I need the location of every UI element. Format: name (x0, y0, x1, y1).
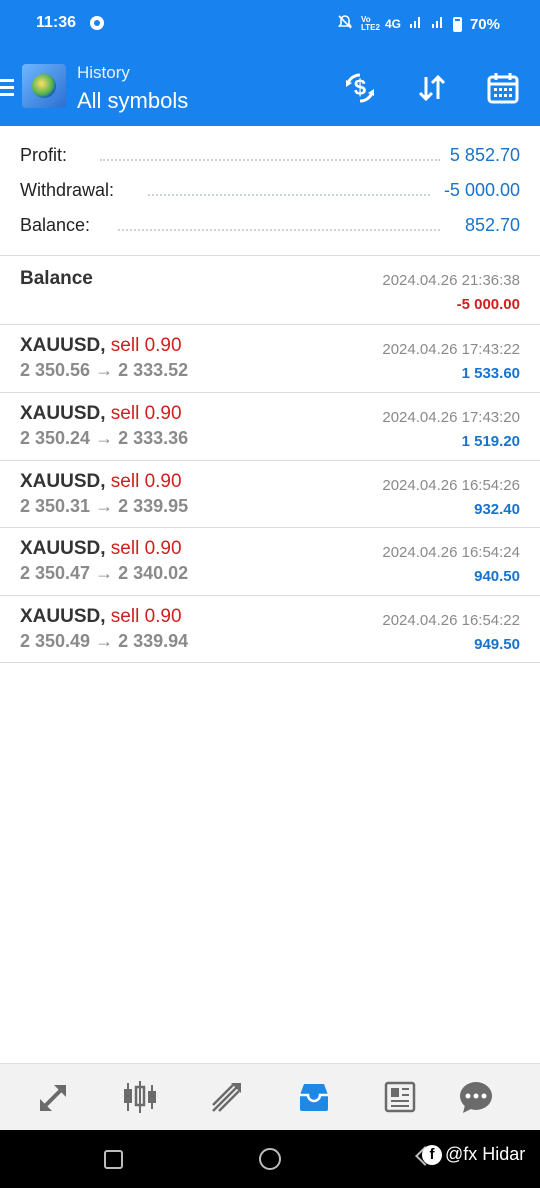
quotes-icon[interactable] (34, 1077, 74, 1117)
hamburger-menu-icon[interactable] (0, 79, 14, 97)
header-subtitle: History (77, 63, 130, 82)
symbol-label: XAUUSD, (20, 335, 106, 356)
symbol-label: XAUUSD, (20, 606, 106, 627)
mute-icon (337, 14, 353, 34)
balance-row[interactable]: Balance 2024.04.26 21:36:38 -5 000.00 (0, 256, 540, 323)
deal-date: 2024.04.26 16:54:22 (382, 612, 520, 629)
deal-profit: 1 519.20 (461, 433, 520, 450)
deal-date: 2024.04.26 17:43:22 (382, 341, 520, 358)
calendar-icon[interactable] (485, 70, 521, 106)
network-label: 4G (384, 17, 401, 31)
deal-prices: 2 350.47 → 2 340.02 (20, 563, 189, 583)
deal-date: 2024.04.26 16:54:26 (382, 477, 520, 494)
summary-value: -5 000.00 (437, 180, 520, 201)
deal-profit: 940.50 (474, 568, 520, 585)
leader-dots (100, 159, 440, 161)
deal-symbol: XAUUSD, sell 0.90 (20, 606, 182, 628)
symbol-label: XAUUSD, (20, 403, 106, 424)
page-title[interactable]: All symbols (77, 88, 188, 114)
bottom-nav (0, 1063, 540, 1130)
deal-prices: 2 350.31 → 2 339.95 (20, 496, 189, 516)
deal-date: 2024.04.26 17:43:20 (382, 409, 520, 426)
volte-label: Vo LTE2 (360, 15, 380, 32)
chart-icon[interactable] (120, 1077, 160, 1117)
app-header: 11:36 Vo LTE2 4G 70% History All symbols… (0, 0, 540, 126)
deal-side: sell 0.90 (110, 335, 182, 356)
messages-icon[interactable] (456, 1077, 496, 1117)
deal-side: sell 0.90 (110, 538, 182, 559)
summary-profit: Profit: 5 852.70 (0, 137, 540, 172)
deal-row[interactable]: XAUUSD, sell 0.90 2 350.31 → 2 339.95 20… (0, 461, 540, 528)
notification-icon (90, 16, 104, 30)
deal-row[interactable]: XAUUSD, sell 0.90 2 350.56 → 2 333.52 20… (0, 325, 540, 392)
deal-profit: 932.40 (474, 501, 520, 518)
recent-apps-icon[interactable] (104, 1150, 123, 1169)
deal-profit: 949.50 (474, 636, 520, 653)
summary-label: Balance: (20, 215, 97, 236)
deal-prices: 2 350.49 → 2 339.94 (20, 631, 189, 651)
deal-prices: 2 350.24 → 2 333.36 (20, 428, 189, 448)
status-bar: 11:36 Vo LTE2 4G 70% (0, 0, 540, 50)
news-icon[interactable] (380, 1077, 420, 1117)
app-logo (22, 64, 66, 108)
signal-icon (409, 15, 423, 33)
summary-withdrawal: Withdrawal: -5 000.00 (0, 172, 540, 207)
deal-profit: -5 000.00 (456, 296, 520, 313)
watermark-text: @fx Hidar (445, 1144, 526, 1164)
deal-row[interactable]: XAUUSD, sell 0.90 2 350.47 → 2 340.02 20… (0, 528, 540, 595)
deal-symbol: XAUUSD, sell 0.90 (20, 335, 182, 357)
summary-label: Profit: (20, 145, 74, 166)
facebook-icon: f (422, 1144, 442, 1165)
leader-dots (148, 194, 430, 196)
deal-row[interactable]: XAUUSD, sell 0.90 2 350.49 → 2 339.94 20… (0, 596, 540, 663)
sort-icon[interactable] (414, 70, 450, 106)
leader-dots (118, 229, 440, 231)
deal-date: 2024.04.26 16:54:24 (382, 544, 520, 561)
summary-balance: Balance: 852.70 (0, 207, 540, 242)
summary-label: Withdrawal: (20, 180, 121, 201)
dollar-refresh-icon[interactable]: $ (342, 70, 378, 106)
deal-symbol: XAUUSD, sell 0.90 (20, 471, 182, 493)
symbol-label: XAUUSD, (20, 471, 106, 492)
summary-panel: Profit: 5 852.70 Withdrawal: -5 000.00 B… (0, 137, 540, 242)
deal-row[interactable]: XAUUSD, sell 0.90 2 350.24 → 2 333.36 20… (0, 393, 540, 460)
trade-icon[interactable] (207, 1077, 247, 1117)
deal-prices: 2 350.56 → 2 333.52 (20, 360, 189, 380)
deal-symbol: XAUUSD, sell 0.90 (20, 538, 182, 560)
deal-symbol: XAUUSD, sell 0.90 (20, 403, 182, 425)
divider (0, 662, 540, 663)
battery-icon (452, 16, 462, 32)
svg-text:$: $ (354, 75, 366, 100)
symbol-label: XAUUSD, (20, 538, 106, 559)
signal-icon-2 (431, 15, 445, 33)
status-indicators: Vo LTE2 4G 70% (337, 14, 500, 34)
summary-value: 852.70 (458, 215, 520, 236)
history-icon[interactable] (294, 1077, 334, 1117)
deal-side: sell 0.90 (110, 606, 182, 627)
watermark: f @fx Hidar (422, 1144, 525, 1165)
status-time: 11:36 (36, 14, 77, 31)
summary-value: 5 852.70 (443, 145, 520, 166)
deal-side: sell 0.90 (110, 471, 182, 492)
deal-profit: 1 533.60 (461, 365, 520, 382)
deal-side: sell 0.90 (110, 403, 182, 424)
system-nav-bar: f @fx Hidar (0, 1130, 540, 1188)
battery-label: 70% (469, 15, 500, 33)
deal-date: 2024.04.26 21:36:38 (382, 272, 520, 289)
balance-title: Balance (20, 268, 93, 289)
home-icon[interactable] (259, 1148, 281, 1170)
